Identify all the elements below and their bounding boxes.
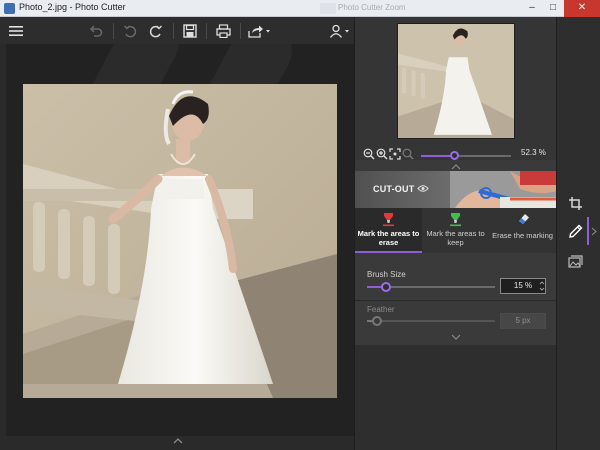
cutout-label: CUT-OUT [373, 184, 415, 194]
app-window: Photo_2.jpg - Photo Cutter Photo Cutter … [0, 0, 600, 450]
share-button[interactable] [246, 21, 272, 41]
tab-mark-erase[interactable]: Mark the areas to erase [355, 208, 422, 253]
background-window-icon [320, 3, 336, 14]
image-canvas[interactable] [6, 44, 354, 436]
toolbar-divider [173, 23, 174, 39]
brush-size-slider[interactable] [367, 282, 495, 292]
chevron-up-icon[interactable] [451, 163, 461, 170]
toolbar-divider [113, 23, 114, 39]
print-button[interactable] [213, 21, 233, 41]
zoom-out-icon[interactable] [363, 148, 375, 160]
active-mode-indicator [587, 217, 589, 245]
toolbar [0, 17, 354, 44]
minimize-button[interactable]: – [522, 0, 542, 17]
crop-icon [568, 196, 582, 210]
chevron-right-icon[interactable] [591, 227, 597, 236]
title-bar: Photo_2.jpg - Photo Cutter Photo Cutter … [0, 0, 600, 17]
menu-button[interactable] [6, 21, 26, 41]
zoom-slider[interactable] [421, 151, 511, 160]
background-image-icon [567, 254, 583, 268]
panel-empty-area [355, 345, 557, 450]
zoom-controls: 52.3 % [355, 142, 557, 164]
red-marker-icon [383, 213, 394, 227]
redo-button[interactable] [146, 21, 166, 41]
user-icon [329, 24, 349, 38]
feather-label: Feather [367, 305, 395, 314]
close-button[interactable]: ✕ [564, 0, 600, 17]
tab-mark-keep[interactable]: Mark the areas to keep [422, 208, 489, 253]
brush-size-section: Brush Size 15 % [355, 253, 557, 299]
navigator [355, 17, 557, 160]
print-icon [215, 24, 231, 38]
tab-label: Mark the areas to erase [357, 229, 420, 247]
green-marker-icon [450, 213, 461, 227]
tool-panel: 52.3 % CUT-OUT Mark the areas to erase M… [354, 17, 557, 450]
app-icon [4, 3, 15, 14]
stepper-icon[interactable] [539, 279, 545, 293]
brush-size-label: Brush Size [367, 270, 406, 279]
chevron-up-icon[interactable] [172, 436, 184, 446]
fit-icon[interactable] [389, 148, 401, 160]
chevron-down-icon[interactable] [451, 334, 461, 341]
save-icon [183, 24, 197, 38]
mode-sidebar [556, 17, 600, 450]
undo-all-button[interactable] [86, 21, 106, 41]
actual-size-icon[interactable] [402, 148, 414, 160]
toolbar-divider [240, 23, 241, 39]
toolbar-divider [206, 23, 207, 39]
photo-bride-on-staircase[interactable] [23, 84, 337, 398]
zoom-percent: 52.3 % [521, 148, 546, 157]
background-window-title: Photo Cutter Zoom [338, 3, 406, 12]
undo-all-icon [89, 25, 103, 37]
tab-label: Erase the marking [492, 231, 553, 240]
hamburger-icon [9, 26, 23, 36]
share-icon [248, 25, 270, 38]
undo-button[interactable] [120, 21, 140, 41]
zoom-slider-handle[interactable] [449, 151, 459, 160]
brush-size-slider-handle[interactable] [381, 282, 391, 292]
eraser-icon [519, 214, 529, 224]
thumbnail-image [398, 24, 514, 138]
background-button[interactable] [562, 249, 588, 273]
user-button[interactable] [328, 21, 352, 41]
eye-icon[interactable] [417, 184, 429, 193]
brush-button[interactable] [562, 219, 588, 243]
feather-input[interactable]: 5 px [500, 313, 546, 329]
tab-label: Mark the areas to keep [426, 229, 485, 247]
cutout-illustration [450, 171, 557, 208]
redo-icon [149, 25, 163, 38]
window-title: Photo_2.jpg - Photo Cutter [19, 2, 126, 12]
feather-slider[interactable] [367, 316, 495, 326]
undo-icon [123, 25, 137, 38]
save-button[interactable] [180, 21, 200, 41]
crop-button[interactable] [562, 191, 588, 215]
photo-image [23, 84, 337, 398]
feather-slider-handle[interactable] [372, 316, 382, 326]
zoom-in-icon[interactable] [376, 148, 388, 160]
navigator-thumbnail[interactable] [397, 23, 515, 139]
brush-icon [568, 224, 582, 238]
cutout-banner[interactable]: CUT-OUT [355, 171, 557, 208]
tab-erase-marking[interactable]: Erase the marking [489, 208, 556, 253]
maximize-button[interactable]: □ [543, 0, 563, 17]
marking-tabs: Mark the areas to erase Mark the areas t… [355, 208, 557, 253]
